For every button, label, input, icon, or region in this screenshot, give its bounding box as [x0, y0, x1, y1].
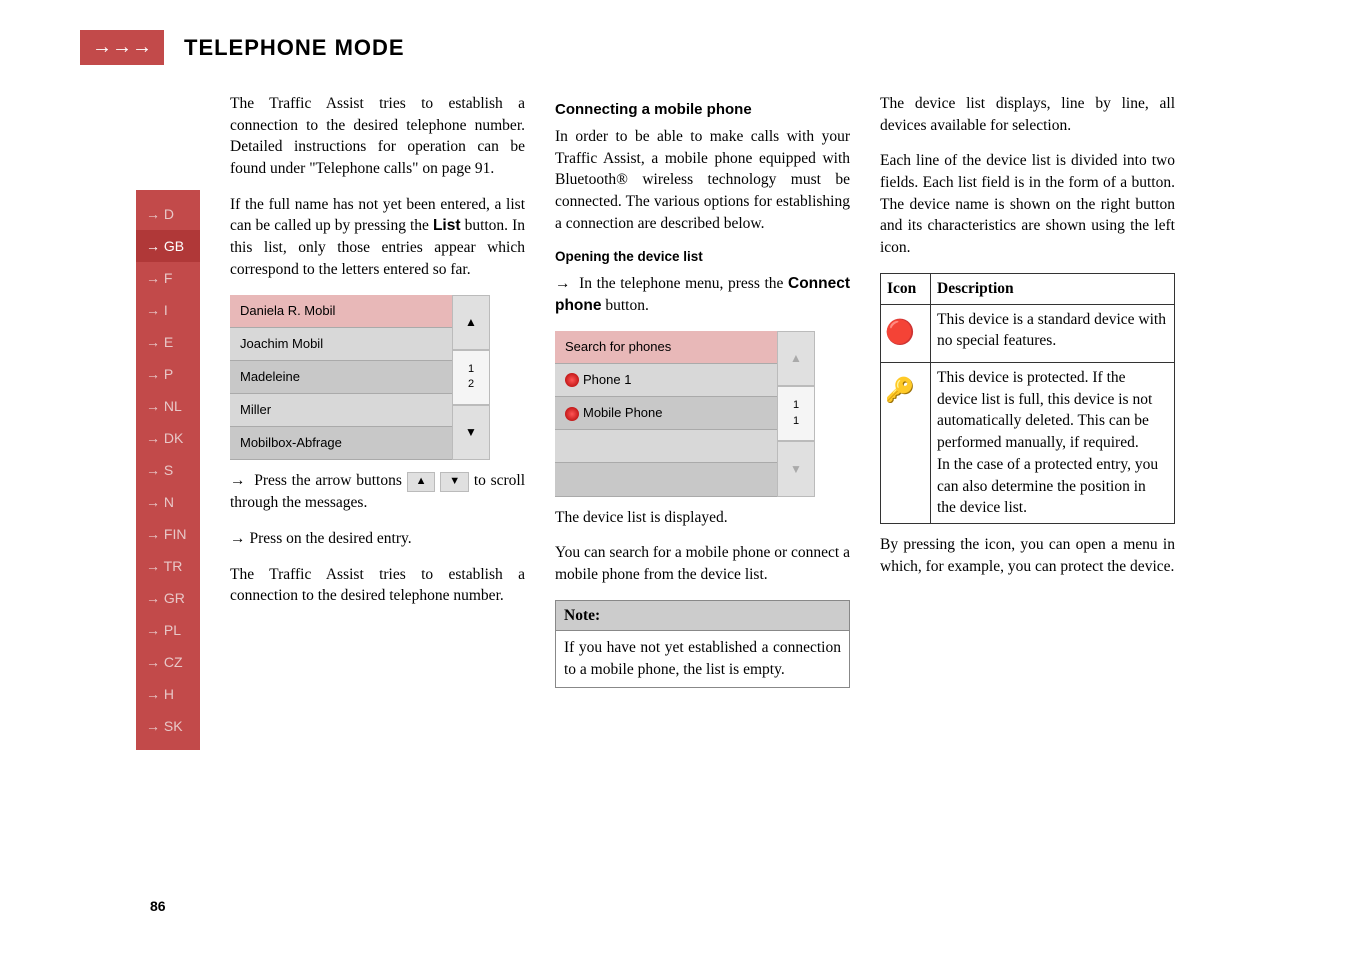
language-sidebar: → D → GB → F → I → E → P → NL → DK → S →… — [136, 190, 200, 750]
sidebar-item[interactable]: → I — [136, 294, 200, 326]
subsection-heading: Opening the device list — [555, 248, 850, 267]
page-title: TELEPHONE MODE — [184, 35, 405, 61]
bluetooth-icon — [565, 373, 579, 387]
table-header-description: Description — [931, 273, 1175, 304]
paragraph: In order to be able to make calls with y… — [555, 126, 850, 234]
table-row: 🔴 This device is a standard device with … — [881, 304, 1175, 363]
list-item[interactable]: Search for phones — [555, 331, 777, 364]
instruction-bullet: Press the arrow buttons ▲ ▼ to scroll th… — [230, 470, 525, 513]
section-heading: Connecting a mobile phone — [555, 99, 850, 120]
bluetooth-icon — [565, 407, 579, 421]
scroll-up-button[interactable]: ▲ — [452, 295, 490, 350]
sidebar-item[interactable]: → E — [136, 326, 200, 358]
list-item[interactable]: Mobilbox-Abfrage — [230, 427, 452, 460]
contacts-list-main: Daniela R. Mobil Joachim Mobil Madeleine… — [230, 295, 452, 461]
sidebar-item[interactable]: → S — [136, 454, 200, 486]
sidebar-item[interactable]: → D — [136, 198, 200, 230]
header-arrows: →→→ — [80, 30, 164, 65]
column-2: Connecting a mobile phone In order to be… — [555, 93, 850, 688]
sidebar-item[interactable]: → FIN — [136, 518, 200, 550]
column-3: The device list displays, line by line, … — [880, 93, 1175, 688]
column-1: The Traffic Assist tries to establish a … — [230, 93, 525, 688]
page-number: 86 — [150, 898, 166, 914]
paragraph: The device list is displayed. — [555, 507, 850, 529]
list-item[interactable]: Daniela R. Mobil — [230, 295, 452, 328]
sidebar-item[interactable]: → CZ — [136, 646, 200, 678]
sidebar-item[interactable]: → P — [136, 358, 200, 390]
sidebar-item[interactable]: → H — [136, 678, 200, 710]
sidebar-item[interactable]: → GB — [136, 230, 200, 262]
scroll-down-button[interactable]: ▼ — [452, 405, 490, 460]
list-item[interactable]: Mobile Phone — [555, 397, 777, 430]
paragraph: Each line of the device list is divided … — [880, 150, 1175, 258]
note-box: Note: If you have not yet established a … — [555, 600, 850, 688]
list-scroll-controls: ▲ 1 1 ▼ — [777, 331, 815, 497]
device-list-ui: Search for phones Phone 1 Mobile Phone ▲… — [555, 331, 815, 497]
paragraph: You can search for a mobile phone or con… — [555, 542, 850, 585]
note-body: If you have not yet established a connec… — [556, 631, 849, 686]
sidebar-item[interactable]: → GR — [136, 582, 200, 614]
protected-device-icon: 🔑 — [881, 363, 931, 524]
paragraph: The Traffic Assist tries to establish a … — [230, 564, 525, 607]
paragraph: By pressing the icon, you can open a men… — [880, 534, 1175, 577]
paragraph: If the full name has not yet been entere… — [230, 194, 525, 281]
list-scroll-controls: ▲ 1 2 ▼ — [452, 295, 490, 461]
list-item[interactable]: Phone 1 — [555, 364, 777, 397]
page-indicator: 1 2 — [452, 350, 490, 405]
sidebar-item[interactable]: → TR — [136, 550, 200, 582]
page-header: →→→ TELEPHONE MODE — [80, 30, 1271, 65]
contacts-list-ui: Daniela R. Mobil Joachim Mobil Madeleine… — [230, 295, 490, 461]
page-indicator: 1 1 — [777, 386, 815, 441]
standard-device-icon: 🔴 — [881, 304, 931, 363]
sidebar-item[interactable]: → SK — [136, 710, 200, 742]
sidebar-item[interactable]: → PL — [136, 614, 200, 646]
list-item-empty — [555, 430, 777, 463]
content-area: The Traffic Assist tries to establish a … — [230, 85, 1271, 688]
paragraph: The Traffic Assist tries to establish a … — [230, 93, 525, 180]
list-item[interactable]: Miller — [230, 394, 452, 427]
table-header-icon: Icon — [881, 273, 931, 304]
list-button-label: List — [433, 217, 461, 234]
paragraph: The device list displays, line by line, … — [880, 93, 1175, 136]
list-item[interactable]: Madeleine — [230, 361, 452, 394]
sidebar-item[interactable]: → N — [136, 486, 200, 518]
scroll-up-button[interactable]: ▲ — [777, 331, 815, 386]
table-cell-description: This device is a standard device with no… — [931, 304, 1175, 363]
arrow-down-icon: ▼ — [440, 472, 469, 491]
arrow-up-icon: ▲ — [407, 472, 436, 491]
note-header: Note: — [556, 601, 849, 632]
list-item-empty — [555, 463, 777, 496]
icon-description-table: Icon Description 🔴 This device is a stan… — [880, 273, 1175, 524]
table-header-row: Icon Description — [881, 273, 1175, 304]
sidebar-item[interactable]: → DK — [136, 422, 200, 454]
list-item[interactable]: Joachim Mobil — [230, 328, 452, 361]
instruction-bullet: In the telephone menu, press the Connect… — [555, 273, 850, 316]
instruction-bullet: Press on the desired entry. — [230, 528, 525, 550]
table-cell-description: This device is protected. If the device … — [931, 363, 1175, 524]
sidebar-item[interactable]: → NL — [136, 390, 200, 422]
device-list-main: Search for phones Phone 1 Mobile Phone — [555, 331, 777, 497]
table-row: 🔑 This device is protected. If the devic… — [881, 363, 1175, 524]
sidebar-item[interactable]: → F — [136, 262, 200, 294]
scroll-down-button[interactable]: ▼ — [777, 441, 815, 496]
